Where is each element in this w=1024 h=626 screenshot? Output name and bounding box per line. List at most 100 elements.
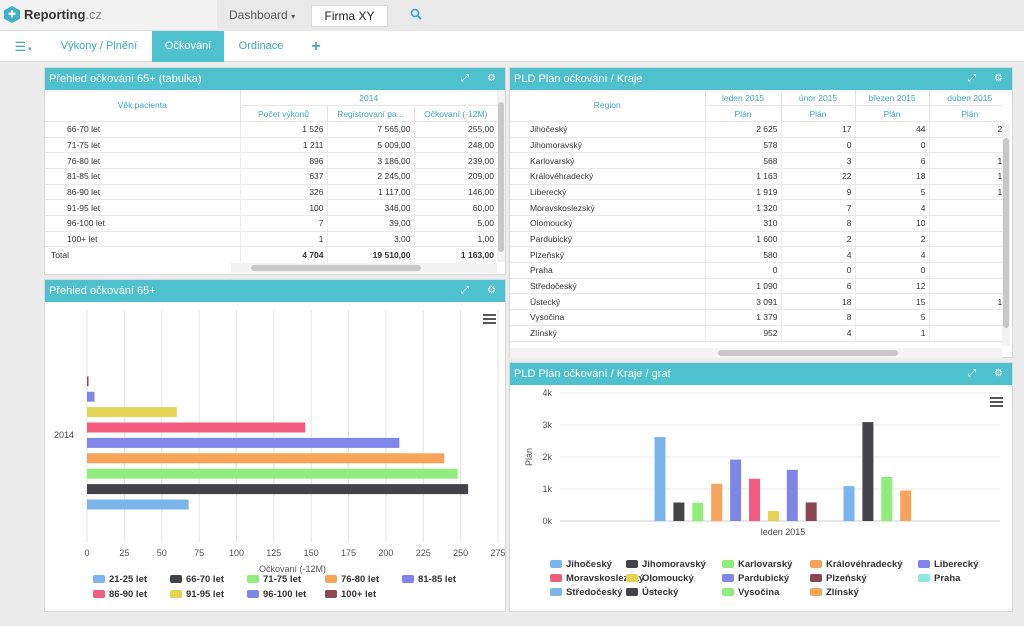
table-row[interactable]: Jihomoravský578000 [510,137,1002,154]
horizontal-scrollbar[interactable] [231,263,497,273]
legend-swatch [626,560,638,568]
month-header[interactable]: únor 2015 [780,90,855,107]
vertical-scrollbar[interactable] [497,90,505,262]
table-row[interactable]: 96-100 let 7 39,00 5,00 [45,215,497,232]
plan-cell: 9 [780,184,855,201]
value-cell: 1,00 [413,231,497,248]
table-row[interactable]: 81-85 let 637 2 245,00 209,00 [45,168,497,185]
legend-item: Praha [934,573,961,584]
horizontal-scrollbar[interactable] [510,348,1002,358]
table-row[interactable]: 71-75 let 1 211 5 009,00 248,00 [45,137,497,154]
expand-icon[interactable]: ⤢ [968,68,976,90]
value-cell: 896 [239,152,327,169]
table-row[interactable]: Plzeňský580446 [510,246,1002,264]
table-row[interactable]: 91-95 let 100 346,00 60,00 [45,199,497,216]
plan-cell: 580 [704,246,781,264]
expand-icon[interactable]: ⤢ [968,363,976,385]
dashboard-dropdown[interactable]: Dashboard ▾ [229,8,295,22]
plan-cell: 5 [928,199,1002,216]
table-row[interactable]: Středočeský1 0906129 [510,278,1002,295]
table-row[interactable]: Jihočeský2 625174422 [510,121,1002,138]
col-header[interactable]: Počet výkonů [239,105,327,122]
menu-button[interactable]: ☰ ▾ [6,31,40,62]
table-row[interactable]: Královéhradecký1 163221818 [510,168,1002,185]
plan-cell: 6 [854,152,929,169]
gear-icon[interactable]: ⚙ [487,280,496,302]
legend-swatch [810,588,822,596]
table-row[interactable]: Karlovarský5683612 [510,152,1002,169]
logo[interactable]: ✚ Reporting.cz [4,6,102,23]
value-cell: 60,00 [413,199,497,216]
legend-item: Jihočeský [566,559,613,570]
legend-swatch [550,560,562,568]
gear-icon[interactable]: ⚙ [994,363,1003,385]
company-selector[interactable]: Firma XY [311,5,388,27]
col-header[interactable]: Registrovaní pa... [326,105,414,122]
tab-ockovani[interactable]: Očkování [152,31,224,62]
value-cell: 1 [239,231,327,248]
value-cell: 637 [239,168,327,185]
gear-icon[interactable]: ⚙ [994,68,1003,90]
table-row[interactable]: Pardubický1 600224 [510,231,1002,248]
tab-ordinace[interactable]: Ordinace [230,31,292,62]
legend-item: 86-90 let [109,589,148,600]
month-header[interactable]: březen 2015 [854,90,929,107]
col-header[interactable]: Očkovaní (-12M) [413,105,497,122]
add-tab-button[interactable]: + [304,31,328,62]
table-row[interactable]: 66-70 let 1 526 7 565,00 255,00 [45,121,497,138]
table-row[interactable]: Praha0000 [510,262,1002,279]
table-row[interactable]: Zlínský952412 [510,325,1002,342]
table-row[interactable]: 100+ let 1 3,00 1,00 [45,231,497,248]
region-cell: Vysočina [510,309,705,326]
gear-icon[interactable]: ⚙ [487,68,496,90]
plan-cell: 0 [780,137,855,154]
legend-item: Zlínský [826,587,859,598]
table-row[interactable]: Moravskoslezský1 320745 [510,199,1002,216]
menu-icon[interactable] [483,314,496,324]
legend-swatch [722,560,734,568]
hamburger-icon: ☰ [14,39,27,54]
legend-swatch [170,590,182,598]
overview-table: Věk pacienta 2014 Počet výkonů Registrovan… [45,90,497,262]
month-header[interactable]: duben 2015 [928,90,1002,107]
value-cell: 2 245,00 [326,168,414,185]
month-header[interactable]: leden 2015 [704,90,781,107]
plan-cell: 2 [854,231,929,248]
panel-regions-table: PLD Plán očkování / Kraje ⤢ ⚙ Region led… [509,67,1013,358]
plan-cell: 0 [928,137,1002,154]
legend-item: Karlovarský [738,559,793,570]
table-area: Věk pacienta 2014 Počet výkonů Registrovan… [45,90,497,262]
menu-icon-line [483,318,496,320]
table-row[interactable]: 76-80 let 896 3 186,00 239,00 [45,152,497,169]
table-row[interactable]: 86-90 let 326 1 117,00 146,00 [45,184,497,201]
table-row[interactable]: Liberecký1 9199516 [510,184,1002,201]
plan-cell: 0 [780,262,855,279]
region-cell: Jihočeský [510,121,705,138]
region-cell: Zlínský [510,325,705,342]
search-icon[interactable] [410,8,422,23]
table-area: Region leden 2015 únor 2015 březen 2015 … [510,90,1002,346]
plan-cell: 0 [854,137,929,154]
table-row[interactable]: Olomoucký3108109 [510,215,1002,232]
table-row[interactable]: Ústecký3 091181517 [510,293,1002,311]
x-axis-label: Očkovaní (-12M) [259,564,326,574]
plan-cell: 952 [704,325,781,342]
expand-icon[interactable]: ⤢ [461,280,469,302]
tab-vykony[interactable]: Výkony / Plnění [50,31,148,62]
year-header: 2014 [239,90,497,107]
legend-swatch [722,588,734,596]
age-cell: 66-70 let [45,121,240,138]
plan-header: Plán [928,105,1002,122]
col-age-header[interactable]: Věk pacienta [45,90,240,122]
bar-Moravskoslezský [749,478,760,521]
col-region-header[interactable]: Region [510,90,705,122]
age-cell: 86-90 let [45,184,240,201]
vertical-scrollbar[interactable] [1002,124,1010,346]
plan-cell: 4 [854,199,929,216]
menu-icon[interactable] [990,397,1003,407]
plan-cell: 4 [780,246,855,264]
expand-icon[interactable]: ⤢ [461,68,469,90]
bar-21-25-let [87,499,189,510]
table-row[interactable]: Vysočina1 379854 [510,309,1002,326]
age-cell: 100+ let [45,231,240,248]
